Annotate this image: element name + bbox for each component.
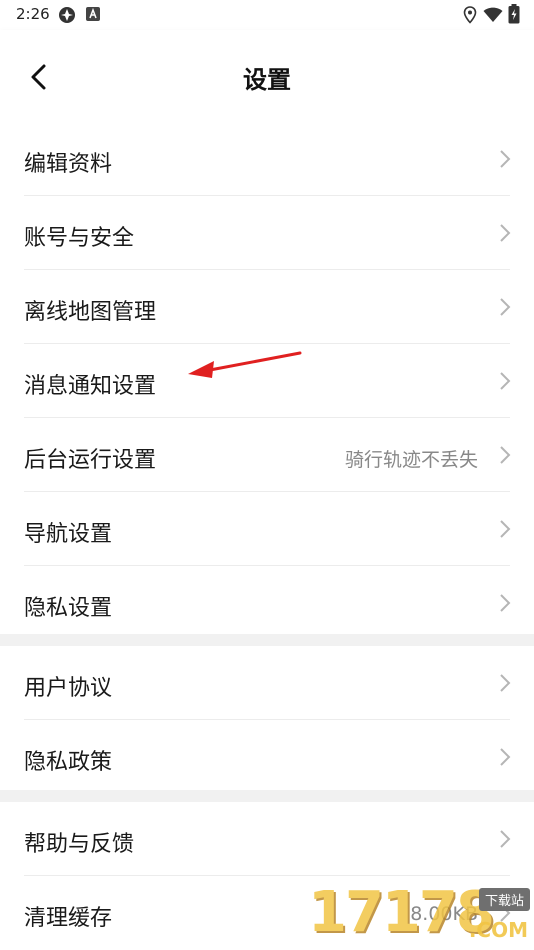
row-label: 后台运行设置 bbox=[24, 448, 157, 473]
section-gap bbox=[0, 634, 534, 646]
settings-row-privacy-policy[interactable]: 隐私政策 bbox=[0, 720, 534, 794]
row-label: 帮助与反馈 bbox=[24, 832, 135, 857]
watermark-domain: .COM bbox=[468, 918, 528, 942]
settings-row-privacy-settings[interactable]: 隐私设置 bbox=[0, 566, 534, 640]
row-label: 隐私政策 bbox=[24, 750, 113, 775]
settings-row-account-security[interactable]: 账号与安全 bbox=[0, 196, 534, 270]
chevron-right-icon bbox=[500, 150, 511, 168]
watermark-digits: 17178 bbox=[308, 880, 495, 945]
settings-row-notifications[interactable]: 消息通知设置 bbox=[0, 344, 534, 418]
wifi-icon bbox=[483, 7, 503, 22]
chevron-right-icon bbox=[500, 520, 511, 538]
row-label: 用户协议 bbox=[24, 676, 113, 701]
chevron-right-icon bbox=[500, 372, 511, 390]
row-label: 清理缓存 bbox=[24, 906, 113, 931]
row-label: 账号与安全 bbox=[24, 226, 135, 251]
settings-row-help-feedback[interactable]: 帮助与反馈 bbox=[0, 802, 534, 876]
chevron-right-icon bbox=[500, 748, 511, 766]
page-title: 设置 bbox=[243, 66, 291, 94]
row-label: 隐私设置 bbox=[24, 596, 113, 621]
row-label: 消息通知设置 bbox=[24, 374, 157, 399]
header-bar: 设置 bbox=[0, 30, 534, 122]
status-time: 2:26 bbox=[16, 5, 50, 23]
status-bar: 2:26 bbox=[0, 0, 534, 30]
chevron-right-icon bbox=[500, 594, 511, 612]
row-label: 编辑资料 bbox=[24, 152, 113, 177]
section-gap bbox=[0, 790, 534, 802]
settings-row-background-run[interactable]: 后台运行设置 骑行轨迹不丢失 bbox=[0, 418, 534, 492]
row-label: 离线地图管理 bbox=[24, 300, 157, 325]
settings-row-edit-profile[interactable]: 编辑资料 bbox=[0, 122, 534, 196]
settings-row-user-agreement[interactable]: 用户协议 bbox=[0, 646, 534, 720]
chevron-right-icon bbox=[500, 224, 511, 242]
settings-group-legal: 用户协议 隐私政策 bbox=[0, 646, 534, 794]
row-value: 骑行轨迹不丢失 bbox=[344, 449, 478, 471]
battery-icon bbox=[508, 4, 520, 24]
sync-app-icon bbox=[59, 7, 75, 23]
app-notification-icon bbox=[86, 7, 100, 21]
chevron-right-icon bbox=[500, 446, 511, 464]
location-icon bbox=[463, 6, 477, 24]
settings-row-offline-maps[interactable]: 离线地图管理 bbox=[0, 270, 534, 344]
chevron-right-icon bbox=[500, 674, 511, 692]
chevron-right-icon bbox=[500, 298, 511, 316]
row-label: 导航设置 bbox=[24, 522, 113, 547]
watermark-site: 下载站 bbox=[478, 888, 530, 911]
chevron-right-icon bbox=[500, 830, 511, 848]
settings-row-navigation[interactable]: 导航设置 bbox=[0, 492, 534, 566]
watermark-logo: 17178 下载站 .COM bbox=[308, 880, 534, 950]
settings-group-general: 编辑资料 账号与安全 离线地图管理 消息通知设置 后台运行设置 骑行轨迹不丢失 … bbox=[0, 122, 534, 640]
